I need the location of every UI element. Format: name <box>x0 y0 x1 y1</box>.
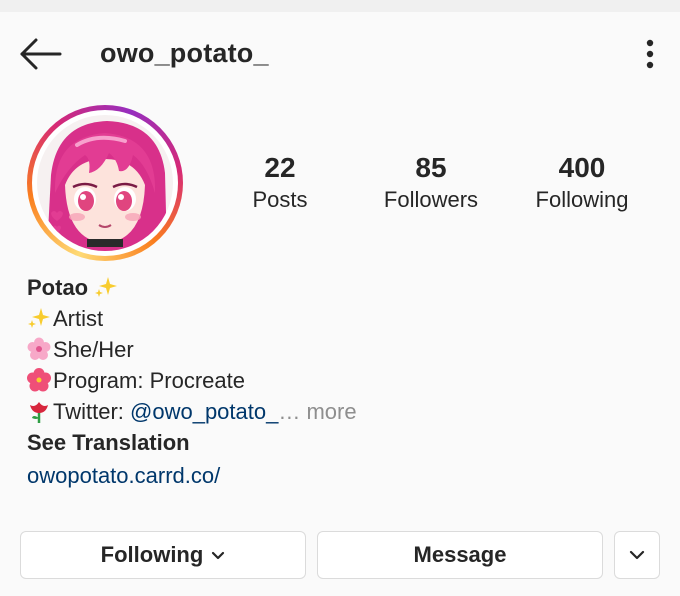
more-link[interactable]: more <box>300 399 356 424</box>
following-button[interactable]: Following <box>20 531 306 579</box>
following-label: Following <box>535 187 629 212</box>
chevron-down-icon <box>629 550 645 560</box>
avatar-frame <box>32 110 178 256</box>
following-button-label: Following <box>100 542 204 567</box>
story-ring[interactable] <box>27 105 183 261</box>
see-translation-link[interactable]: See Translation <box>27 430 190 455</box>
bio-ellipsis: … <box>278 399 301 424</box>
see-translation-line: See Translation <box>27 427 647 458</box>
chevron-down-icon <box>212 551 225 559</box>
stat-followers[interactable]: 85 Followers <box>361 150 501 214</box>
arrow-left-icon <box>20 38 62 70</box>
twitter-handle-link[interactable]: @owo_potato_ <box>130 399 278 424</box>
sparkles-emoji <box>95 277 118 297</box>
profile-bio: Potao Artist She/Her Program: Procreate … <box>27 272 647 491</box>
sparkles-emoji <box>28 308 50 328</box>
bio-text-program: Program: Procreate <box>53 368 245 393</box>
profile-header: owo_potato_ <box>0 12 680 94</box>
followers-count: 85 <box>415 152 447 183</box>
posts-count: 22 <box>264 152 296 183</box>
stat-following[interactable]: 400 Following <box>512 150 652 214</box>
avatar <box>37 115 173 251</box>
display-name: Potao <box>27 275 89 300</box>
following-count: 400 <box>558 152 606 183</box>
options-menu-button[interactable] <box>640 38 660 70</box>
twitter-label: Twitter: <box>53 399 131 424</box>
bio-line-pronouns: She/Her <box>27 334 647 365</box>
status-bar-strip <box>0 0 680 12</box>
posts-label: Posts <box>252 187 308 212</box>
message-button[interactable]: Message <box>317 531 603 579</box>
hibiscus-emoji <box>27 368 51 392</box>
profile-screen: owo_potato_ 22 Posts 85 Followers 400 Fo… <box>0 0 680 596</box>
website-line: owopotato.carrd.co/ <box>27 460 647 491</box>
avatar-illustration <box>37 115 173 251</box>
bio-line-twitter: Twitter: @owo_potato_… more <box>27 396 647 427</box>
bio-line-artist: Artist <box>27 303 647 334</box>
followers-label: Followers <box>383 187 479 212</box>
profile-username: owo_potato_ <box>100 38 269 68</box>
bio-text-artist: Artist <box>53 306 104 331</box>
rose-emoji <box>30 402 48 423</box>
more-vertical-icon <box>646 39 654 69</box>
message-button-label: Message <box>413 542 507 567</box>
bio-name-line: Potao <box>27 272 647 303</box>
suggested-accounts-button[interactable] <box>614 531 660 579</box>
bio-line-program: Program: Procreate <box>27 365 647 396</box>
stat-posts[interactable]: 22 Posts <box>210 150 350 214</box>
website-link[interactable]: owopotato.carrd.co/ <box>27 463 220 488</box>
back-button[interactable] <box>16 36 64 72</box>
bio-text-pronouns: She/Her <box>53 337 134 362</box>
cherry-blossom-emoji <box>27 337 51 360</box>
